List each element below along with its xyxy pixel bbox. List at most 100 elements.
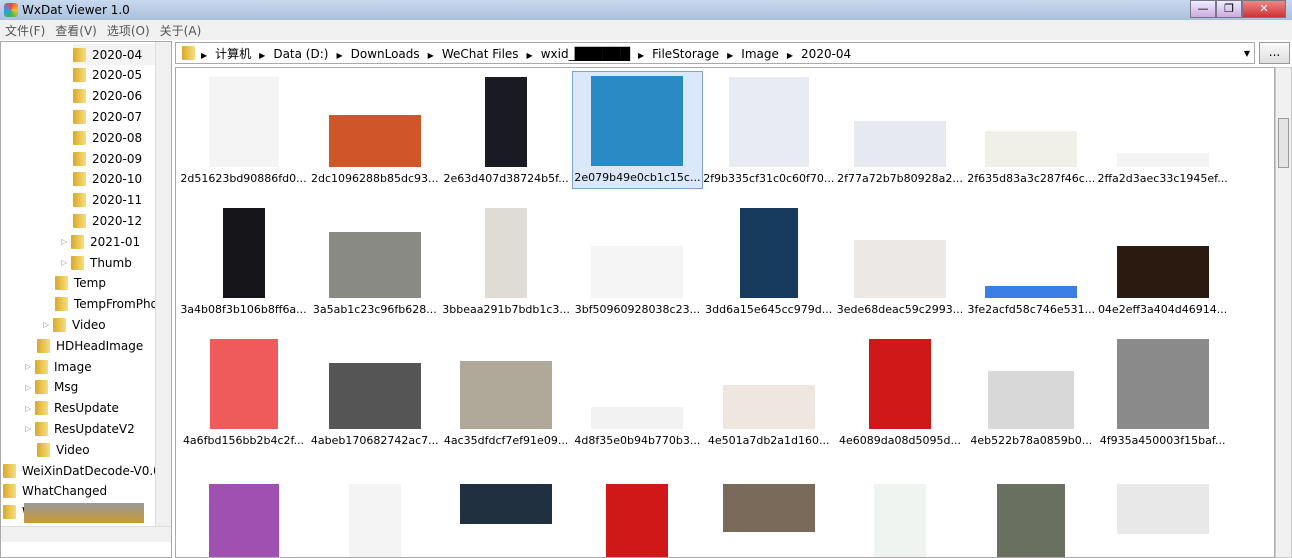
file-thumbnail-item[interactable]: 2f77a72b7b80928a2...	[835, 71, 966, 189]
breadcrumb-item[interactable]: wxid_██████	[541, 47, 630, 61]
maximize-button[interactable]: ❐	[1216, 0, 1242, 18]
expand-arrow-icon[interactable]: ▷	[43, 320, 53, 329]
file-thumbnail-item[interactable]: 2f635d83a3c287f46c...	[966, 71, 1097, 189]
image-thumbnail	[328, 232, 421, 298]
tree-item[interactable]: ▷ Image	[25, 356, 92, 377]
file-thumbnail-item[interactable]: 04e2eff3a404d46914...	[1097, 202, 1228, 320]
tree-item[interactable]: ▷ ResUpdate	[25, 398, 119, 419]
file-thumbnail-item[interactable]	[178, 464, 309, 557]
window-title: WxDat Viewer 1.0	[22, 3, 130, 17]
tree-item[interactable]: ▷ Msg	[25, 377, 78, 398]
file-thumbnail-item[interactable]: 2f9b335cf31c0c60f70...	[703, 71, 834, 189]
tree-item[interactable]: HDHeadImage	[37, 335, 143, 356]
breadcrumb-item[interactable]: WeChat Files	[442, 47, 519, 61]
file-thumbnail-item[interactable]: 2ffa2d3aec33c1945ef...	[1097, 71, 1228, 189]
image-thumbnail	[988, 371, 1075, 429]
chevron-down-icon[interactable]: ▼	[1244, 49, 1250, 58]
file-thumbnail-item[interactable]	[1097, 464, 1228, 557]
address-bar[interactable]: ▶ 计算机 ▶ Data (D:) ▶ DownLoads ▶ WeChat Files ▶ wx…	[175, 42, 1255, 64]
breadcrumb-separator-icon[interactable]: ▶	[727, 51, 733, 60]
folder-icon	[73, 172, 86, 187]
expand-arrow-icon[interactable]: ▷	[25, 424, 35, 433]
tree-item-label: Video	[72, 317, 106, 332]
file-thumbnail-item[interactable]: 3bf50960928038c23...	[572, 202, 703, 320]
file-thumbnail-item[interactable]: 4abeb170682742ac7...	[309, 333, 440, 451]
breadcrumb-separator-icon[interactable]: ▶	[638, 51, 644, 60]
expand-arrow-icon[interactable]: ▷	[25, 383, 35, 392]
tree-item[interactable]: 2020-06	[73, 86, 142, 107]
breadcrumb-item[interactable]: 计算机	[215, 47, 251, 61]
breadcrumb-separator-icon[interactable]: ▶	[527, 51, 533, 60]
grid-vertical-scrollbar[interactable]	[1275, 67, 1292, 558]
tree-vertical-scrollbar[interactable]	[155, 42, 171, 526]
file-thumbnail-item[interactable]	[572, 464, 703, 557]
breadcrumb-item[interactable]: 2020-04	[801, 47, 851, 61]
file-thumbnail-item[interactable]	[309, 464, 440, 557]
image-thumbnail	[208, 77, 279, 167]
tree-item-label: Msg	[54, 380, 79, 395]
menu-view[interactable]: 查看(V)	[50, 22, 102, 39]
file-thumbnail-item[interactable]: 3ede68deac59c2993...	[835, 202, 966, 320]
file-thumbnail-item[interactable]: 3bbeaa291b7bdb1c3...	[441, 202, 572, 320]
file-thumbnail-item[interactable]: 4f935a450003f15baf...	[1097, 333, 1228, 451]
file-thumbnail-item[interactable]: 4e501a7db2a1d160...	[703, 333, 834, 451]
file-thumbnail-item[interactable]	[441, 464, 572, 557]
close-button[interactable]: ✕	[1242, 0, 1286, 18]
tree-item-label: Thumb	[90, 255, 132, 270]
tree-item[interactable]: ▷ Video	[43, 314, 106, 335]
tree-item[interactable]: 2020-11	[73, 190, 142, 211]
file-thumbnail-item[interactable]	[703, 464, 834, 557]
tree-item[interactable]: ▷ 2021-01	[61, 231, 140, 252]
file-thumbnail-item[interactable]: 4d8f35e0b94b770b3...	[572, 333, 703, 451]
folder-icon	[73, 109, 86, 124]
breadcrumb-item[interactable]: Data (D:)	[273, 47, 328, 61]
breadcrumb-separator-icon[interactable]: ▶	[201, 51, 207, 60]
tree-item[interactable]: 2020-05	[73, 65, 142, 86]
menu-about[interactable]: 关于(A)	[155, 22, 207, 39]
tree-item[interactable]: WeiXinDatDecode-V0.0.3	[3, 460, 171, 481]
breadcrumb-item[interactable]: FileStorage	[652, 47, 719, 61]
file-thumbnail-item[interactable]: 4e6089da08d5095d...	[835, 333, 966, 451]
file-thumbnail-item[interactable]: 3fe2acfd58c746e531...	[966, 202, 1097, 320]
breadcrumb-item[interactable]: Image	[741, 47, 779, 61]
expand-arrow-icon[interactable]: ▷	[25, 362, 35, 371]
breadcrumb-item[interactable]: DownLoads	[351, 47, 420, 61]
file-thumbnail-item[interactable]: 4a6fbd156bb2b4c2f...	[178, 333, 309, 451]
tree-item[interactable]: WhatChanged	[3, 481, 107, 502]
breadcrumb-separator-icon[interactable]: ▶	[428, 51, 434, 60]
expand-arrow-icon[interactable]: ▷	[61, 237, 71, 246]
menu-options[interactable]: 选项(O)	[102, 22, 155, 39]
file-thumbnail-item[interactable]	[966, 464, 1097, 557]
tree-item-label: ResUpdate	[54, 401, 119, 416]
file-thumbnail-item[interactable]	[835, 464, 966, 557]
tree-item[interactable]: 2020-12	[73, 210, 142, 231]
tree-item[interactable]: 2020-07	[73, 106, 142, 127]
file-thumbnail-item[interactable]: 2e63d407d38724b5f...	[441, 71, 572, 189]
tree-item[interactable]: Video	[37, 439, 90, 460]
expand-arrow-icon[interactable]: ▷	[61, 258, 71, 267]
file-thumbnail-item[interactable]: 2e079b49e0cb1c15c...	[571, 71, 703, 189]
tree-item[interactable]: ▷ Thumb	[61, 252, 132, 273]
tree-item[interactable]: 2020-10	[73, 169, 142, 190]
file-thumbnail-item[interactable]: 3a5ab1c23c96fb628...	[309, 202, 440, 320]
tree-item[interactable]: 2020-08	[73, 127, 142, 148]
file-thumbnail-item[interactable]: 3dd6a15e645cc979d...	[703, 202, 834, 320]
breadcrumb-separator-icon[interactable]: ▶	[336, 51, 342, 60]
minimize-button[interactable]: —	[1190, 0, 1216, 18]
breadcrumb-separator-icon[interactable]: ▶	[259, 51, 265, 60]
expand-arrow-icon[interactable]: ▷	[25, 404, 35, 413]
tree-item[interactable]: 2020-09	[73, 148, 142, 169]
file-thumbnail-item[interactable]: 3a4b08f3b106b8ff6a...	[178, 202, 309, 320]
file-thumbnail-item[interactable]: 2d51623bd90886fd0...	[178, 71, 309, 189]
folder-icon	[53, 317, 66, 332]
tree-horizontal-scrollbar[interactable]	[1, 526, 171, 542]
menu-file[interactable]: 文件(F)	[0, 22, 50, 39]
file-thumbnail-item[interactable]: 2dc1096288b85dc93...	[309, 71, 440, 189]
tree-item[interactable]: ▷ ResUpdateV2	[25, 418, 135, 439]
browse-button[interactable]: ...	[1259, 42, 1290, 64]
tree-item[interactable]: Temp	[55, 273, 106, 294]
scrollbar-thumb[interactable]	[1278, 118, 1289, 168]
file-thumbnail-item[interactable]: 4ac35dfdcf7ef91e09...	[441, 333, 572, 451]
file-thumbnail-item[interactable]: 4eb522b78a0859b0...	[966, 333, 1097, 451]
breadcrumb-separator-icon[interactable]: ▶	[787, 51, 793, 60]
